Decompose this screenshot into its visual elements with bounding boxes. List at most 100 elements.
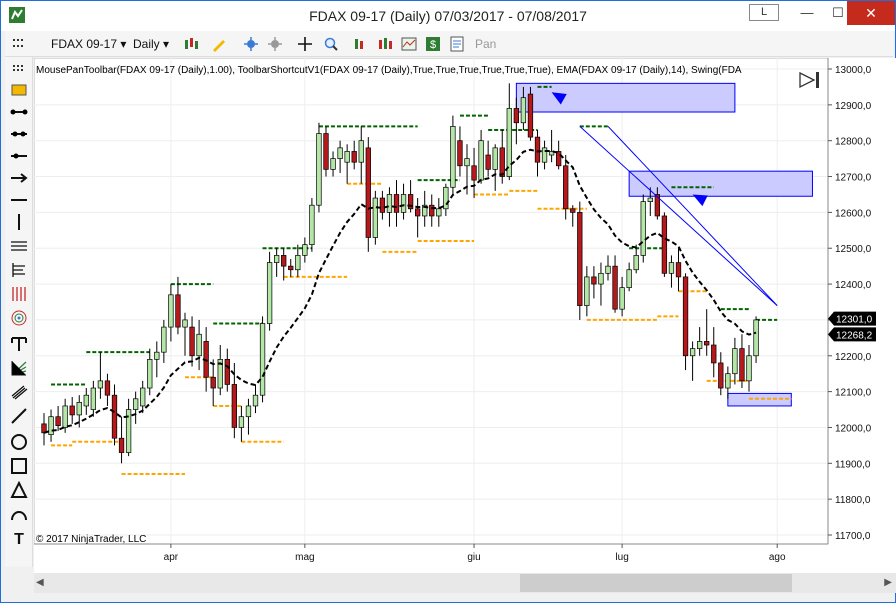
candle-down — [555, 151, 562, 167]
toolbar-grip-icon[interactable] — [11, 36, 27, 52]
pan-button[interactable]: Pan — [475, 35, 496, 53]
price-axis[interactable]: 11700,0 11800,0 11900,0 12000,0 12100,0 12200… — [827, 58, 876, 544]
close-button[interactable]: ✕ — [847, 1, 895, 25]
candle-up — [274, 255, 280, 263]
price-chart[interactable]: 11700,0 11800,0 11900,0 12000,0 12100,0 12200… — [33, 57, 896, 573]
remove-indicator-icon[interactable] — [267, 36, 283, 52]
candle-up — [436, 208, 442, 217]
x-tick-label: lug — [615, 552, 628, 563]
candle-down — [499, 147, 505, 177]
candle-up — [400, 194, 407, 213]
zoom-icon[interactable] — [323, 36, 339, 52]
time-axis[interactable]: apr mag giu lug ago — [34, 543, 828, 563]
drawing-tools-sidebar: T — [5, 57, 33, 567]
fibonacci-circle-icon[interactable] — [10, 309, 28, 327]
candle-up — [732, 348, 738, 375]
drawing-tool-icon[interactable] — [211, 36, 227, 52]
x-tick-label: apr — [164, 552, 179, 563]
crosshair-icon[interactable] — [297, 36, 313, 52]
y-tick-label: 12200,0 — [835, 352, 872, 363]
candle-down — [379, 197, 386, 213]
interval-selector[interactable]: Daily ▾ — [133, 35, 169, 53]
candle-down — [224, 359, 230, 385]
candle-up — [619, 287, 625, 310]
scroll-left-icon[interactable]: ◀ — [36, 577, 44, 588]
horizontal-scrollbar[interactable]: ◀ ▶ — [34, 573, 896, 593]
y-tick-label: 12400,0 — [835, 280, 872, 291]
y-tick-label: 11800,0 — [835, 495, 871, 506]
candle-up — [372, 197, 378, 238]
rectangle-icon[interactable] — [10, 457, 28, 475]
grid-lines — [33, 57, 829, 545]
arrow-line-icon[interactable] — [10, 169, 28, 187]
line-icon[interactable] — [10, 103, 28, 121]
minimize-button[interactable]: — — [794, 3, 820, 25]
chart-style-icon[interactable] — [183, 36, 199, 52]
grip-dots-icon[interactable] — [10, 63, 28, 81]
candle-up — [168, 294, 174, 328]
layout-button[interactable]: L — [749, 4, 779, 21]
candle-up — [266, 262, 273, 324]
candle-down — [55, 416, 61, 427]
scroll-right-icon[interactable]: ▶ — [884, 577, 892, 588]
candle-up — [492, 147, 498, 170]
vertical-line-icon[interactable] — [10, 213, 28, 231]
candle-down — [711, 344, 717, 364]
candle-down — [534, 136, 541, 163]
candle-up — [753, 319, 759, 357]
candle-up — [696, 341, 703, 349]
indicators-icon[interactable] — [377, 36, 393, 52]
candle-up — [647, 197, 653, 202]
candle-up — [626, 269, 632, 289]
candle-down — [210, 376, 216, 389]
candle-down — [189, 326, 195, 357]
price-tag-label: 12301,0 — [836, 315, 873, 326]
fibonacci-retracement-icon[interactable] — [10, 261, 28, 279]
trend-channel-icon[interactable] — [10, 383, 28, 401]
regression-channel-icon[interactable] — [10, 359, 28, 377]
y-tick-label: 12500,0 — [835, 244, 872, 255]
candle-up — [478, 140, 484, 181]
ray-icon[interactable] — [10, 125, 28, 143]
candle-down — [457, 140, 463, 167]
chart-panel[interactable]: 11700,0 11800,0 11900,0 12000,0 12100,0 12200… — [33, 57, 896, 573]
andrews-pitchfork-icon[interactable] — [10, 237, 28, 255]
horizontal-line-icon[interactable] — [10, 191, 28, 209]
candle-down — [323, 133, 329, 170]
candle-up — [450, 126, 456, 188]
candle-down — [429, 204, 435, 217]
zone-rectangle — [515, 82, 736, 113]
strategies-icon[interactable] — [401, 36, 417, 52]
candle-down — [111, 394, 118, 439]
instrument-selector[interactable]: FDAX 09-17 ▾ — [51, 35, 126, 53]
play-icon[interactable] — [799, 71, 816, 89]
trend-line-icon[interactable] — [10, 407, 28, 425]
add-indicator-icon[interactable] — [243, 36, 259, 52]
candle-down — [527, 93, 534, 138]
text-tool-icon[interactable]: T — [10, 529, 28, 547]
candle-up — [689, 348, 696, 357]
candle-up — [76, 402, 82, 416]
gann-fan-icon[interactable] — [10, 335, 28, 353]
arc-icon[interactable] — [10, 505, 28, 523]
data-series-icon[interactable] — [353, 36, 369, 52]
candle-up — [309, 204, 315, 245]
candle-down — [69, 405, 75, 416]
title-bar[interactable]: FDAX 09-17 (Daily) 07/03/2017 - 07/08/20… — [1, 1, 895, 31]
dollar-icon[interactable]: $ — [425, 36, 441, 52]
triangle-icon[interactable] — [10, 481, 28, 499]
ruler-icon[interactable] — [10, 81, 28, 99]
candle-up — [584, 276, 590, 306]
fibonacci-time-icon[interactable] — [10, 285, 28, 303]
extended-line-icon[interactable] — [10, 147, 28, 165]
properties-icon[interactable] — [449, 36, 465, 52]
candle-down — [577, 212, 583, 306]
bar-marker-icon[interactable] — [816, 72, 819, 88]
candle-down — [704, 341, 710, 346]
y-tick-label: 13000,0 — [835, 65, 872, 76]
candle-up — [358, 140, 364, 163]
ellipse-icon[interactable] — [10, 433, 28, 451]
candle-up — [161, 326, 167, 353]
play-controls[interactable] — [799, 71, 819, 89]
scroll-thumb[interactable] — [520, 574, 792, 592]
